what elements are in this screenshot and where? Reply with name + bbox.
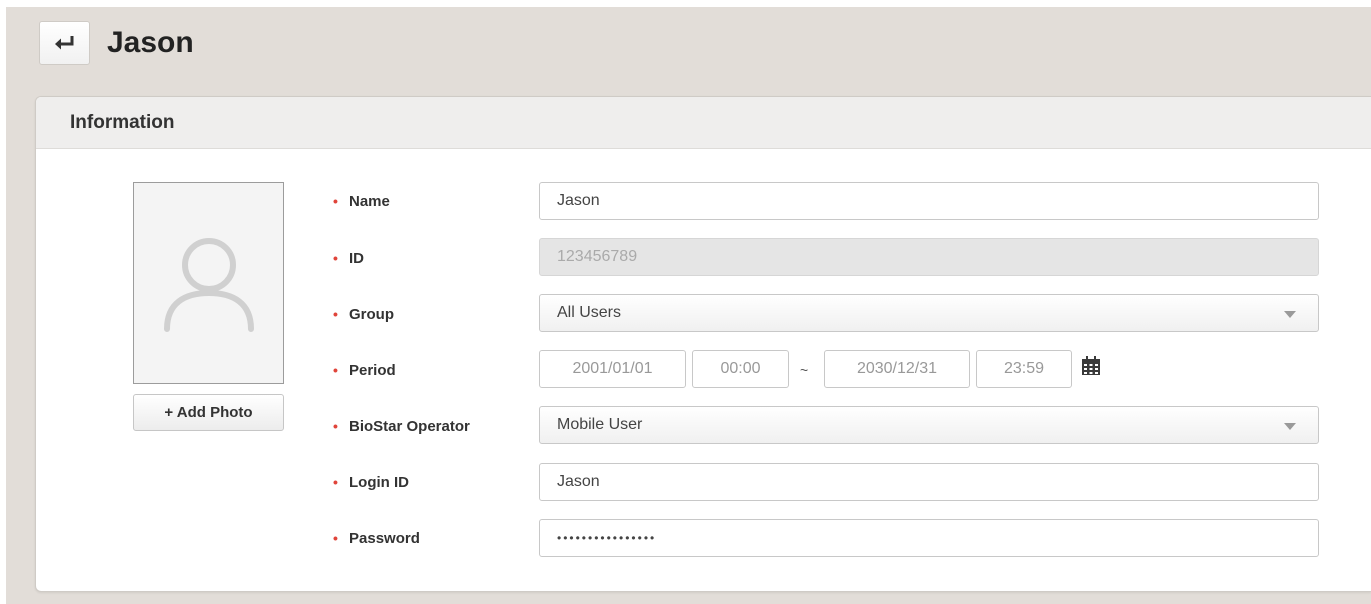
calendar-icon[interactable] [1080, 355, 1102, 377]
period-start-date[interactable]: 2001/01/01 [539, 350, 686, 388]
login-id-label-text: Login ID [349, 473, 409, 491]
name-label-text: Name [349, 192, 390, 210]
group-label-text: Group [349, 305, 394, 323]
name-field[interactable]: Jason [539, 182, 1319, 220]
add-photo-button[interactable]: + Add Photo [133, 394, 284, 431]
required-marker: • [333, 306, 338, 322]
password-label-text: Password [349, 529, 420, 547]
login-id-label: • Login ID [333, 472, 409, 492]
password-label: • Password [333, 528, 420, 548]
operator-label-text: BioStar Operator [349, 417, 470, 435]
back-button[interactable] [39, 21, 90, 65]
required-marker: • [333, 530, 338, 546]
group-select[interactable]: All Users [539, 294, 1319, 332]
login-id-field[interactable]: Jason [539, 463, 1319, 501]
period-end-time[interactable]: 23:59 [976, 350, 1072, 388]
id-label: • ID [333, 248, 364, 268]
password-field[interactable]: •••••••••••••••• [539, 519, 1319, 557]
return-arrow-icon [54, 36, 73, 50]
information-panel: Information + Add Photo • Name Jason • I… [35, 96, 1371, 592]
period-separator: ~ [800, 362, 809, 378]
chevron-down-icon [1284, 311, 1296, 318]
period-end-date[interactable]: 2030/12/31 [824, 350, 970, 388]
required-marker: • [333, 474, 338, 490]
photo-placeholder [133, 182, 284, 384]
required-marker: • [333, 418, 338, 434]
name-label: • Name [333, 191, 390, 211]
operator-select[interactable]: Mobile User [539, 406, 1319, 444]
operator-label: • BioStar Operator [333, 416, 470, 436]
id-label-text: ID [349, 249, 364, 267]
required-marker: • [333, 193, 338, 209]
chevron-down-icon [1284, 423, 1296, 430]
period-label-text: Period [349, 361, 396, 379]
period-label: • Period [333, 360, 396, 380]
id-field: 123456789 [539, 238, 1319, 276]
page-title: Jason [107, 26, 194, 59]
required-marker: • [333, 250, 338, 266]
period-start-time[interactable]: 00:00 [692, 350, 789, 388]
group-select-value: All Users [557, 304, 622, 321]
required-marker: • [333, 362, 338, 378]
group-label: • Group [333, 304, 394, 324]
panel-title: Information [36, 97, 1371, 149]
operator-select-value: Mobile User [557, 416, 643, 433]
user-silhouette-icon [163, 238, 254, 332]
